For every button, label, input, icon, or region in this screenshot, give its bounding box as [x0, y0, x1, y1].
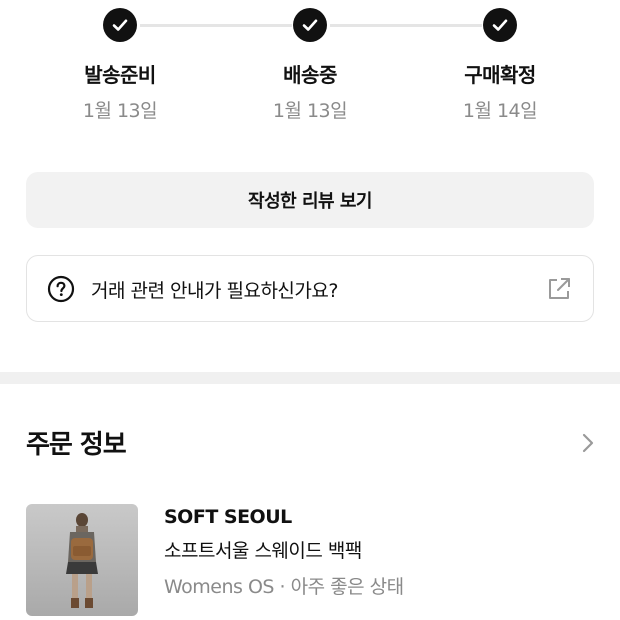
product-thumbnail — [26, 504, 138, 616]
transaction-help-link[interactable]: 거래 관련 안내가 필요하신가요? — [26, 255, 594, 322]
help-link-label: 거래 관련 안내가 필요하신가요? — [91, 280, 338, 302]
product-name: 소프트서울 스웨이드 백팩 — [164, 540, 362, 562]
product-brand: SOFT SEOUL — [164, 506, 292, 528]
step-label: 구매확정 — [464, 63, 536, 87]
step-label: 배송중 — [283, 63, 337, 87]
check-icon — [103, 8, 137, 42]
view-review-button[interactable]: 작성한 리뷰 보기 — [26, 172, 594, 228]
order-product-item[interactable]: SOFT SEOUL 소프트서울 스웨이드 백팩 Womens OS · 아주 … — [26, 504, 594, 616]
step-date: 1월 13일 — [272, 100, 348, 122]
external-link-icon — [545, 275, 573, 303]
product-meta: Womens OS · 아주 좋은 상태 — [164, 576, 404, 598]
progress-step-preparing: 발송준비 1월 13일 — [40, 8, 200, 123]
check-icon — [483, 8, 517, 42]
question-circle-icon — [47, 275, 75, 303]
order-info-title: 주문 정보 — [26, 430, 127, 460]
section-divider — [0, 372, 620, 384]
progress-step-confirmed: 구매확정 1월 14일 — [420, 8, 580, 123]
order-progress-tracker: 발송준비 1월 13일 배송중 1월 13일 구매확정 1월 14일 — [0, 0, 620, 130]
check-icon — [293, 8, 327, 42]
step-date: 1월 13일 — [82, 100, 158, 122]
chevron-right-icon[interactable] — [578, 430, 598, 456]
progress-step-shipping: 배송중 1월 13일 — [230, 8, 390, 123]
step-date: 1월 14일 — [462, 100, 538, 122]
step-label: 발송준비 — [84, 63, 156, 87]
